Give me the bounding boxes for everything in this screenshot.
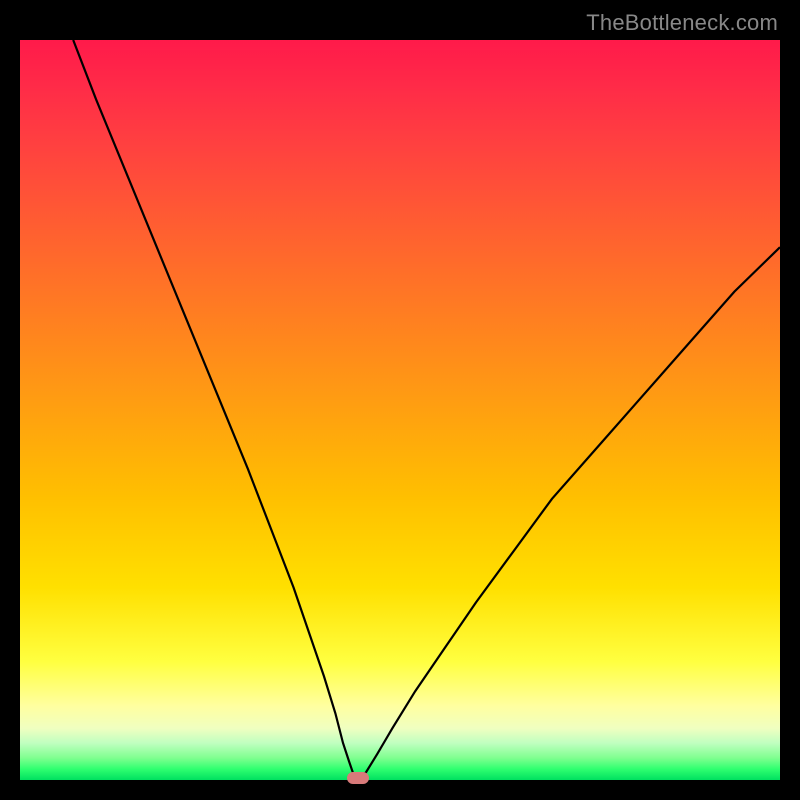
optimal-marker (347, 772, 369, 784)
curve-svg (20, 40, 780, 780)
chart-container: TheBottleneck.com (0, 0, 800, 800)
bottleneck-curve (73, 40, 780, 778)
plot-area (20, 40, 780, 780)
watermark-text: TheBottleneck.com (586, 10, 778, 36)
